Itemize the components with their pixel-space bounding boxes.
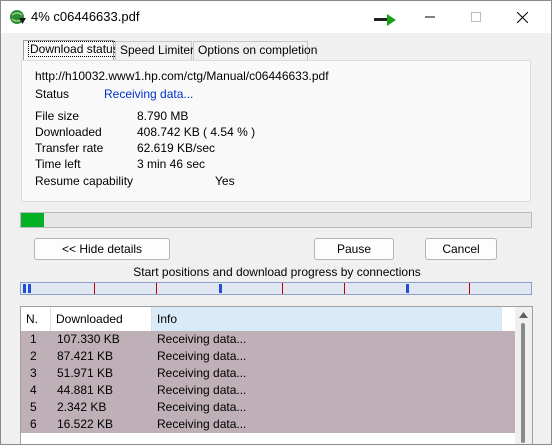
tab-download-status-label: Download status	[28, 41, 121, 57]
row-downloaded: 51.971 KB	[57, 366, 114, 380]
list-scrollbar[interactable]	[515, 307, 532, 444]
maximize-icon	[471, 12, 481, 22]
connection-marker	[23, 284, 26, 293]
connection-start-tick	[469, 283, 470, 294]
close-icon	[516, 11, 528, 23]
column-header-number[interactable]: N.	[21, 307, 51, 331]
progress-fill	[21, 213, 45, 227]
row-number: 3	[30, 366, 37, 380]
cancel-button[interactable]: Cancel	[425, 238, 497, 260]
row-info: Receiving data...	[157, 417, 247, 431]
connection-start-tick	[94, 283, 95, 294]
window-title: 4% c06446633.pdf	[31, 9, 140, 24]
row-downloaded: 2.342 KB	[57, 400, 107, 414]
resume-capability-value: Yes	[215, 174, 235, 188]
row-info: Receiving data...	[157, 349, 247, 363]
connection-marker	[406, 284, 409, 293]
hide-details-button[interactable]: << Hide details	[34, 238, 170, 260]
column-header-downloaded[interactable]: Downloaded	[51, 307, 152, 331]
scrollbar-thumb[interactable]	[521, 323, 525, 443]
download-window: 4% c06446633.pdf Download status Speed L…	[0, 0, 552, 445]
list-row[interactable]: 1 107.330 KB Receiving data...	[21, 331, 515, 348]
connection-marker	[28, 284, 31, 293]
row-info: Receiving data...	[157, 366, 247, 380]
list-row[interactable]: 3 51.971 KB Receiving data...	[21, 365, 515, 382]
row-info: Receiving data...	[157, 383, 247, 397]
row-downloaded: 87.421 KB	[57, 349, 114, 363]
pause-button[interactable]: Pause	[314, 238, 394, 260]
list-row[interactable]: 5 2.342 KB Receiving data...	[21, 399, 515, 416]
status-label: Status	[35, 87, 70, 101]
transfer-rate-label: Transfer rate	[35, 141, 104, 155]
row-number: 4	[30, 383, 37, 397]
row-number: 1	[30, 332, 37, 346]
list-row[interactable]: 2 87.421 KB Receiving data...	[21, 348, 515, 365]
list-header: N. Downloaded Info	[21, 307, 515, 331]
time-left-value: 3 min 46 sec	[137, 157, 206, 171]
row-number: 2	[30, 349, 37, 363]
tab-speed-limiter-label: Speed Limiter	[120, 43, 195, 57]
minimize-button[interactable]	[407, 1, 453, 33]
row-downloaded: 16.522 KB	[57, 417, 114, 431]
globe-download-icon	[10, 10, 26, 24]
transfer-rate-value: 62.619 KB/sec	[137, 141, 216, 155]
status-value: Receiving data...	[104, 87, 194, 101]
row-number: 5	[30, 400, 37, 414]
tab-options-label: Options on completion	[198, 43, 318, 57]
row-info: Receiving data...	[157, 332, 247, 346]
downloaded-value: 408.742 KB ( 4.54 % )	[137, 125, 256, 139]
download-url: http://h10032.www1.hp.com/ctg/Manual/c06…	[35, 69, 329, 83]
connection-marker	[219, 284, 222, 293]
time-left-label: Time left	[35, 157, 81, 171]
scroll-up-icon[interactable]	[519, 311, 528, 319]
downloaded-label: Downloaded	[35, 125, 102, 139]
download-progress-bar	[20, 212, 532, 228]
close-button[interactable]	[499, 1, 545, 33]
connections-list[interactable]: N. Downloaded Info 1 107.330 KB Receiving …	[20, 306, 533, 444]
resume-capability-label: Resume capability	[35, 174, 134, 188]
connection-start-tick	[156, 283, 157, 294]
connection-start-tick	[344, 283, 345, 294]
row-downloaded: 107.330 KB	[57, 332, 120, 346]
list-rows: 1 107.330 KB Receiving data... 2 87.421 KB Re…	[21, 331, 515, 433]
maximize-button[interactable]	[453, 1, 499, 33]
tab-speed-limiter[interactable]: Speed Limiter	[115, 41, 195, 60]
row-number: 6	[30, 417, 37, 431]
connections-label: Start positions and download progress by…	[133, 265, 421, 279]
download-arrow-icon	[374, 14, 396, 26]
row-info: Receiving data...	[157, 400, 247, 414]
file-size-value: 8.790 MB	[137, 109, 189, 123]
list-row[interactable]: 6 16.522 KB Receiving data...	[21, 416, 515, 433]
minimize-icon	[425, 16, 435, 18]
tab-options-on-completion[interactable]: Options on completion	[193, 41, 317, 60]
row-downloaded: 44.881 KB	[57, 383, 114, 397]
list-row[interactable]: 4 44.881 KB Receiving data...	[21, 382, 515, 399]
connection-start-tick	[282, 283, 283, 294]
file-size-label: File size	[35, 109, 80, 123]
title-bar: 4% c06446633.pdf	[1, 1, 551, 33]
tab-download-status[interactable]: Download status	[23, 40, 121, 61]
connections-progress-bar	[20, 282, 532, 295]
column-header-info[interactable]: Info	[152, 307, 502, 331]
